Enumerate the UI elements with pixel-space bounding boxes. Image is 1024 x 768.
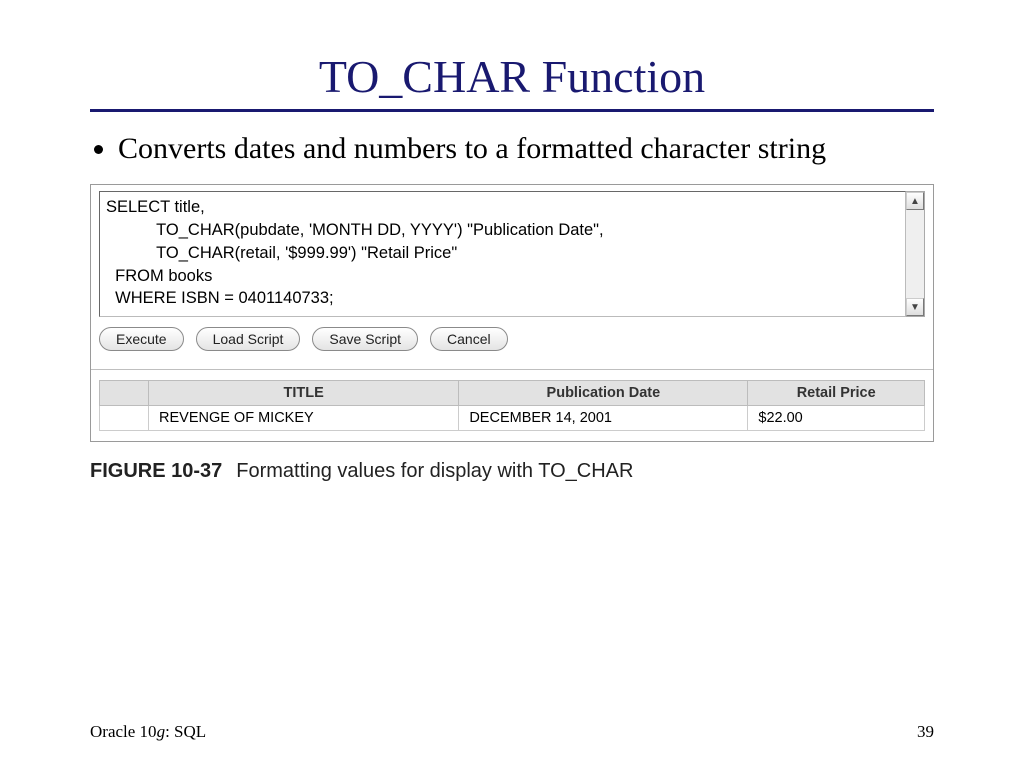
execute-button[interactable]: Execute — [99, 327, 184, 351]
footer-left-suffix: : SQL — [165, 722, 206, 741]
bullet-list: Converts dates and numbers to a formatte… — [90, 130, 934, 168]
cell-title: REVENGE OF MICKEY — [149, 406, 459, 431]
slide: TO_CHAR Function Converts dates and numb… — [0, 0, 1024, 768]
col-header-title: TITLE — [149, 381, 459, 406]
footer-left-g: g — [157, 722, 166, 741]
scroll-down-icon[interactable]: ▼ — [906, 298, 924, 316]
col-header-pubdate: Publication Date — [459, 381, 748, 406]
footer-left: Oracle 10g: SQL — [90, 722, 206, 742]
figure-text: Formatting values for display with TO_CH… — [236, 460, 633, 482]
scroll-track[interactable] — [906, 210, 924, 298]
scroll-up-icon[interactable]: ▲ — [906, 192, 924, 210]
col-header-retail: Retail Price — [748, 381, 925, 406]
cell-pubdate: DECEMBER 14, 2001 — [459, 406, 748, 431]
button-row: Execute Load Script Save Script Cancel — [99, 327, 925, 351]
sql-line: TO_CHAR(pubdate, 'MONTH DD, YYYY') "Publ… — [106, 221, 604, 239]
sql-editor-wrap: SELECT title, TO_CHAR(pubdate, 'MONTH DD… — [99, 191, 925, 317]
row-selector-header — [100, 381, 149, 406]
figure-caption: FIGURE 10-37 Formatting values for displa… — [90, 460, 934, 483]
footer-page-number: 39 — [917, 722, 934, 742]
divider — [91, 353, 933, 370]
figure-number: FIGURE 10-37 — [90, 460, 222, 482]
sql-line: FROM books — [106, 267, 212, 285]
sql-panel: SELECT title, TO_CHAR(pubdate, 'MONTH DD… — [90, 184, 934, 442]
scrollbar[interactable]: ▲ ▼ — [906, 191, 925, 317]
slide-footer: Oracle 10g: SQL 39 — [90, 722, 934, 742]
slide-title: TO_CHAR Function — [90, 50, 934, 103]
results-table: TITLE Publication Date Retail Price REVE… — [99, 380, 925, 431]
sql-line: WHERE ISBN = 0401140733; — [106, 289, 334, 307]
table-row[interactable]: REVENGE OF MICKEY DECEMBER 14, 2001 $22.… — [100, 406, 925, 431]
save-script-button[interactable]: Save Script — [312, 327, 418, 351]
footer-left-prefix: Oracle 10 — [90, 722, 157, 741]
sql-line: SELECT title, — [106, 198, 205, 216]
sql-line: TO_CHAR(retail, '$999.99') "Retail Price… — [106, 244, 457, 262]
title-underline — [90, 109, 934, 112]
bullet-item: Converts dates and numbers to a formatte… — [118, 130, 934, 168]
cancel-button[interactable]: Cancel — [430, 327, 508, 351]
cell-retail: $22.00 — [748, 406, 925, 431]
row-selector-cell[interactable] — [100, 406, 149, 431]
table-header-row: TITLE Publication Date Retail Price — [100, 381, 925, 406]
sql-editor[interactable]: SELECT title, TO_CHAR(pubdate, 'MONTH DD… — [99, 191, 906, 317]
load-script-button[interactable]: Load Script — [196, 327, 301, 351]
